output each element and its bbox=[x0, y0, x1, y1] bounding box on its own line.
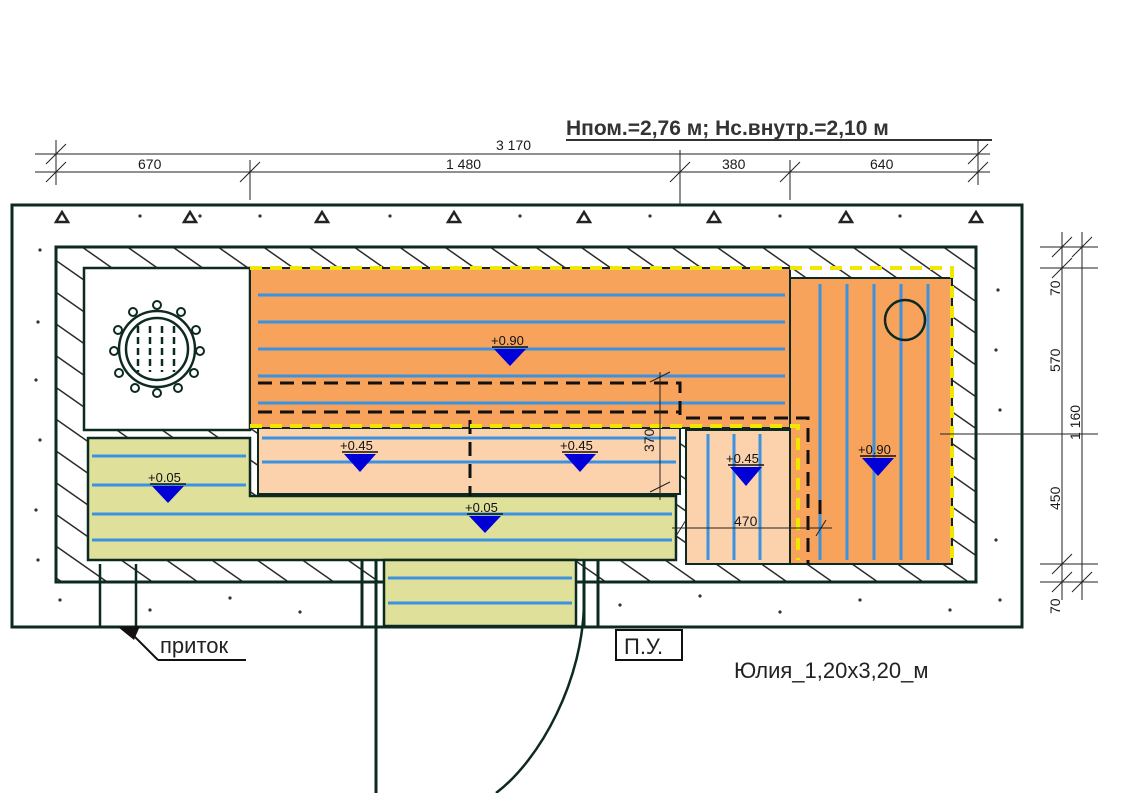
height-header: Нпом.=2,76 м; Нс.внутр.=2,10 м bbox=[566, 117, 889, 140]
svg-text:+0.90: +0.90 bbox=[858, 442, 891, 457]
door-threshold bbox=[382, 558, 578, 628]
dim-top-1: 670 bbox=[138, 156, 162, 172]
dim-inner-horizontal: 470 bbox=[734, 513, 758, 529]
dim-right-4: 70 bbox=[1047, 598, 1063, 614]
svg-text:+0.05: +0.05 bbox=[465, 500, 498, 515]
svg-text:+0.05: +0.05 bbox=[148, 470, 181, 485]
dim-top-2: 1 480 bbox=[446, 156, 481, 172]
svg-text:+0.45: +0.45 bbox=[560, 438, 593, 453]
intake-label: приток bbox=[160, 633, 229, 658]
dim-right-3: 450 bbox=[1047, 486, 1063, 510]
dim-total: 3 170 bbox=[496, 137, 531, 153]
stove-area bbox=[82, 266, 252, 432]
control-unit-label: П.У. bbox=[624, 634, 663, 659]
svg-text:+0.45: +0.45 bbox=[726, 451, 759, 466]
model-label: Юлия_1,20х3,20_м bbox=[734, 658, 929, 683]
dim-top-4: 640 bbox=[870, 156, 894, 172]
dim-right-total: 1 160 bbox=[1067, 405, 1083, 440]
dim-top-3: 380 bbox=[722, 156, 746, 172]
svg-text:+0.90: +0.90 bbox=[491, 333, 524, 348]
sauna-floor-plan: Нпом.=2,76 м; Нс.внутр.=2,10 м 3 170 670… bbox=[10, 117, 1098, 793]
door-swing-arc bbox=[495, 599, 586, 793]
dim-right-2: 570 bbox=[1047, 348, 1063, 372]
svg-text:+0.45: +0.45 bbox=[340, 438, 373, 453]
dim-inner-vertical: 370 bbox=[641, 428, 657, 452]
dim-right-1: 70 bbox=[1047, 280, 1063, 296]
